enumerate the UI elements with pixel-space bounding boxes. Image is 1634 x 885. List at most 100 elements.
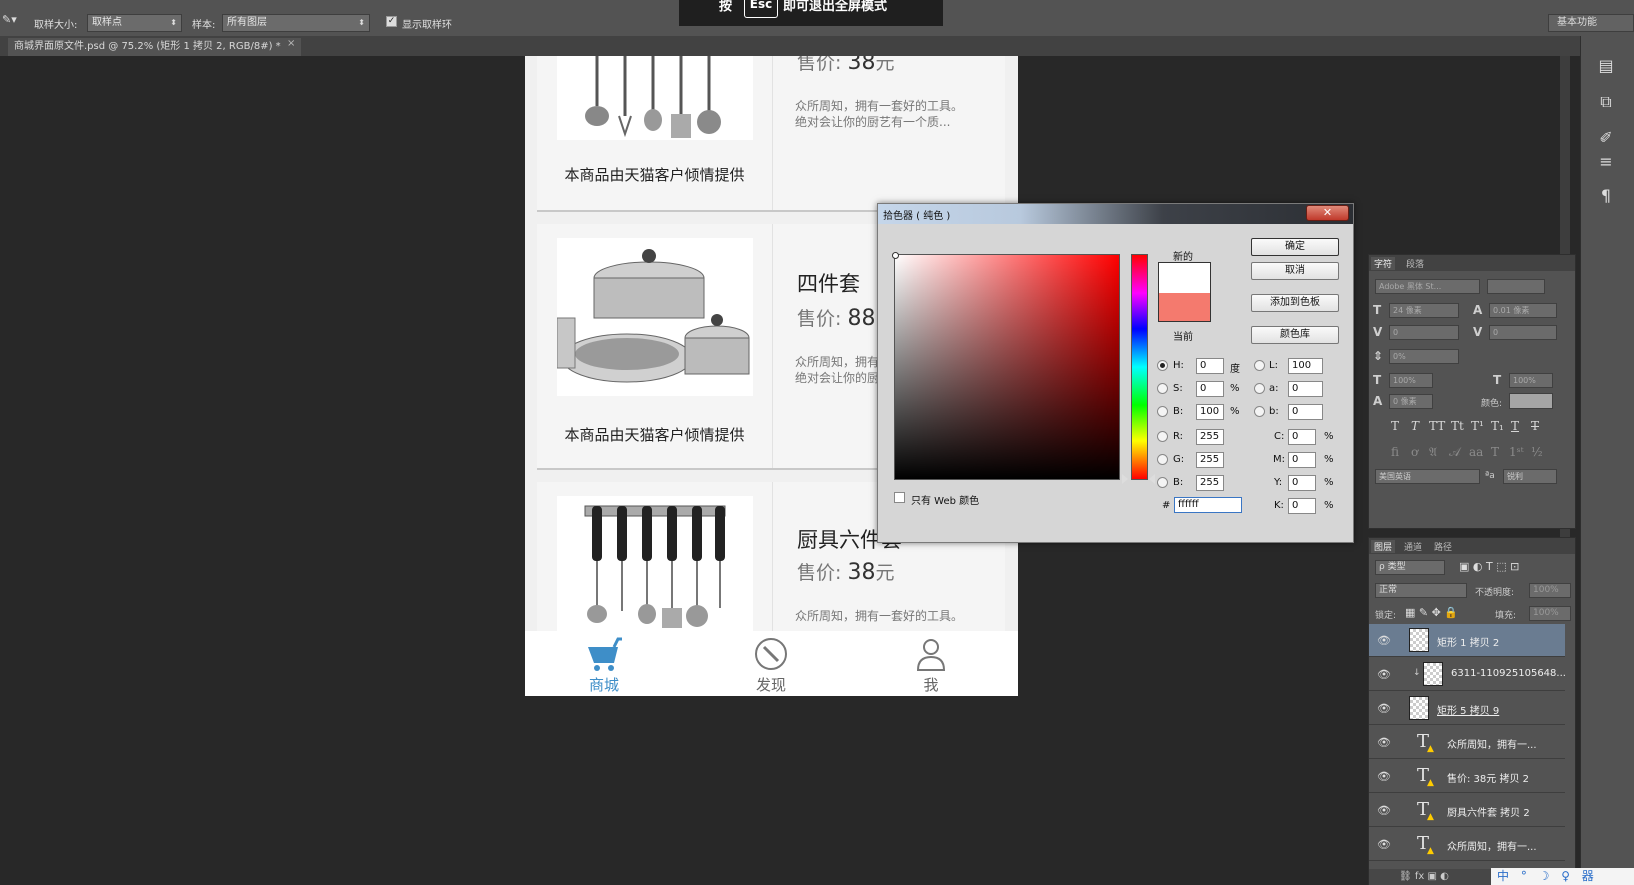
add-to-swatches-button[interactable]: 添加到色板 [1251,294,1339,312]
b-channel-input[interactable]: 0 [1288,404,1323,420]
tab-paths[interactable]: 路径 [1431,540,1455,553]
filter-icons[interactable]: ▣ ◐ T ⬚ ⊡ [1459,560,1519,573]
ligature-icon[interactable]: fi [1391,445,1399,459]
font-style-select[interactable] [1487,279,1545,294]
eye-icon[interactable]: 👁 [1377,838,1391,851]
hue-slider[interactable] [1131,254,1148,480]
vertical-scale-input[interactable]: 100% [1389,373,1433,388]
language-select[interactable]: 美国英语 [1375,469,1480,484]
adjustments-panel-icon[interactable]: ≡ [1595,152,1617,174]
eyedropper-tool-icon[interactable]: ✎▾ [2,13,17,31]
a-channel-input[interactable]: 0 [1288,381,1323,397]
hue-input[interactable]: 0 [1196,358,1224,374]
fractions-icon[interactable]: ½ [1531,445,1543,459]
black-input[interactable]: 0 [1288,498,1316,514]
saturation-input[interactable]: 0 [1196,381,1224,397]
eye-icon[interactable]: 👁 [1377,668,1391,681]
old-style-icon[interactable]: ơ [1411,445,1418,459]
superscript-icon[interactable]: T¹ [1471,419,1484,433]
history-panel-icon[interactable]: ▤ [1595,56,1617,78]
lightness-radio[interactable] [1254,360,1265,371]
cyan-input[interactable]: 0 [1288,429,1316,445]
saturation-brightness-field[interactable] [894,254,1120,480]
color-libraries-button[interactable]: 颜色库 [1251,326,1339,344]
b-channel-radio[interactable] [1254,406,1265,417]
eye-icon[interactable]: 👁 [1377,702,1391,715]
all-caps-icon[interactable]: TT [1429,419,1445,433]
green-input[interactable]: 255 [1196,452,1224,468]
saturation-radio[interactable] [1157,383,1168,394]
small-caps-icon[interactable]: Tt [1451,419,1464,433]
layer-actions-icons[interactable]: ⛓ fx ▣ ◐ [1399,871,1449,882]
kerning-select[interactable]: 0 [1389,325,1459,340]
font-size-select[interactable]: 24 像素 [1389,303,1459,318]
horizontal-scale-input[interactable]: 100% [1509,373,1553,388]
faux-bold-icon[interactable]: T [1391,419,1399,433]
brightness-input[interactable]: 100 [1196,404,1224,420]
blue-radio[interactable] [1157,477,1168,488]
red-radio[interactable] [1157,431,1168,442]
leading-select[interactable]: 0.01 像素 [1489,303,1557,318]
strikethrough-icon[interactable]: T [1531,419,1539,433]
sample-size-select[interactable]: 取样点 ⬍ [87,14,182,32]
web-colors-only-checkbox[interactable] [894,492,905,503]
layer-row[interactable]: 👁 T ▲ 售价: 38元 拷贝 2 [1369,760,1565,793]
hue-slider-handle-icon[interactable] [1122,474,1128,484]
eye-icon[interactable]: 👁 [1377,736,1391,749]
magenta-input[interactable]: 0 [1288,452,1316,468]
subscript-icon[interactable]: T₁ [1491,419,1504,433]
ordinals-icon[interactable]: T [1491,445,1499,459]
dialog-titlebar[interactable]: 拾色器 ( 纯色 ) ✕ [878,204,1353,224]
faux-italic-icon[interactable]: T [1411,419,1419,433]
close-icon[interactable]: ✕ [1306,205,1349,221]
red-input[interactable]: 255 [1196,429,1224,445]
current-color-swatch[interactable] [1159,293,1210,321]
tsume-select[interactable]: 0% [1389,349,1459,364]
sample-select[interactable]: 所有图层 ⬍ [222,14,370,32]
brightness-radio[interactable] [1157,406,1168,417]
tab-channels[interactable]: 通道 [1401,540,1425,553]
nav-item-me[interactable]: 我 [881,631,981,696]
a-channel-radio[interactable] [1254,383,1265,394]
opacity-input[interactable]: 100% [1529,583,1571,598]
layer-filter-select[interactable]: ρ 类型 [1375,560,1445,575]
ime-toolbar[interactable]: 中 ° ☽ ♀ 器 [1491,868,1634,885]
layer-row[interactable]: 👁 ↓ 6311-110925105648... [1369,658,1566,691]
layer-row[interactable]: 👁 T ▲ 众所周知，拥有一... [1369,828,1565,861]
cancel-button[interactable]: 取消 [1251,262,1339,280]
underline-icon[interactable]: T [1511,419,1519,433]
font-family-select[interactable]: Adobe 黑体 St... [1375,279,1480,294]
close-tab-icon[interactable]: × [287,38,295,49]
fill-input[interactable]: 100% [1529,606,1571,621]
tab-paragraph[interactable]: 段落 [1403,257,1427,270]
layer-row[interactable]: 👁 T ▲ 厨具六件套 拷贝 2 [1369,794,1565,827]
blend-mode-select[interactable]: 正常 [1375,583,1467,598]
hue-radio[interactable] [1157,360,1168,371]
document-tab[interactable]: 商城界面原文件.psd @ 75.2% (矩形 1 拷贝 2, RGB/8#) … [8,38,301,56]
brush-panel-icon[interactable]: ✐ [1595,128,1617,150]
titling-icon[interactable]: aa [1469,445,1483,459]
ordinal-st-icon[interactable]: 1ˢᵗ [1509,445,1524,459]
paragraph-styles-icon[interactable]: ¶ [1595,186,1617,208]
lightness-input[interactable]: 100 [1288,358,1323,374]
nav-item-mall[interactable]: 商城 [554,631,654,696]
eye-icon[interactable]: 👁 [1377,770,1391,783]
tab-layers[interactable]: 图层 [1371,540,1396,553]
properties-panel-icon[interactable]: ⧉ [1595,92,1617,114]
layer-row[interactable]: 👁 T ▲ 众所周知，拥有一... [1369,726,1565,759]
yellow-input[interactable]: 0 [1288,475,1316,491]
text-color-swatch[interactable] [1509,393,1553,409]
layer-row[interactable]: 👁 矩形 5 拷贝 9 [1369,692,1565,725]
ok-button[interactable]: 确定 [1251,238,1339,256]
tab-character[interactable]: 字符 [1371,257,1396,270]
baseline-shift-input[interactable]: 0 像素 [1389,394,1433,409]
show-ring-checkbox[interactable]: ✓ [386,16,397,27]
hex-input[interactable]: ffffff [1174,497,1242,513]
blue-input[interactable]: 255 [1196,475,1224,491]
swash-icon[interactable]: 𝔄 [1429,445,1437,460]
stylistic-alt-icon[interactable]: 𝒜 [1449,445,1460,460]
hue-slider-handle-icon[interactable] [1149,474,1155,484]
anti-alias-select[interactable]: 锐利 [1503,469,1557,484]
green-radio[interactable] [1157,454,1168,465]
layer-row[interactable]: 👁 矩形 1 拷贝 2 [1369,624,1565,657]
